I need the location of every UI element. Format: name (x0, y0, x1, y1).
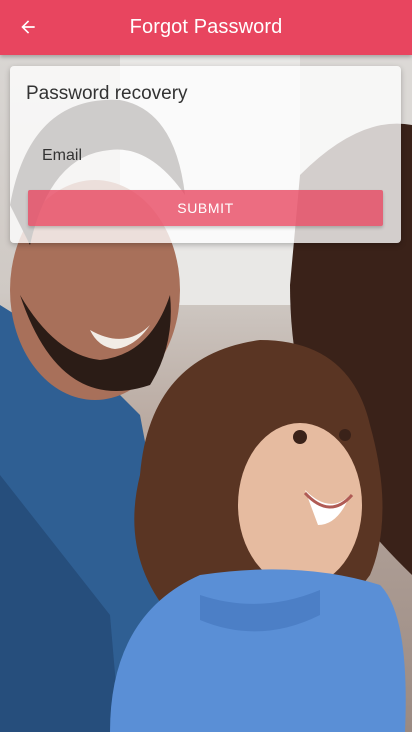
card-title: Password recovery (26, 83, 188, 104)
email-field-container (28, 136, 383, 176)
forgot-password-screen: Forgot Password Password recovery SUBMIT (0, 0, 412, 732)
page-title: Forgot Password (129, 16, 283, 38)
email-field[interactable] (28, 140, 383, 172)
submit-button[interactable]: SUBMIT (28, 190, 383, 226)
password-recovery-card: Password recovery SUBMIT (10, 66, 401, 243)
app-bar: Forgot Password (0, 0, 412, 55)
